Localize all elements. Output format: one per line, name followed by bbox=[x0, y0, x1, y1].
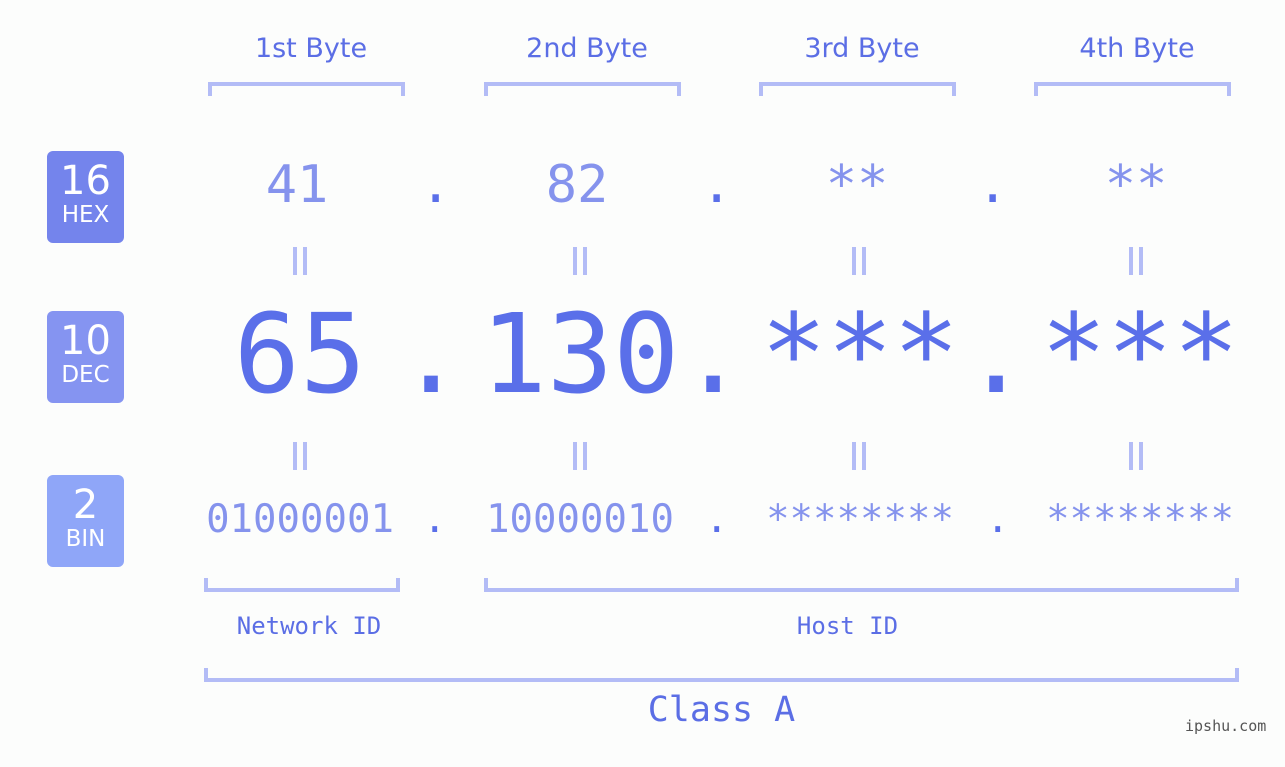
equals-icon bbox=[1129, 442, 1143, 470]
bin-byte-3: ******** bbox=[766, 497, 954, 542]
hex-byte-3: ** bbox=[825, 155, 889, 215]
bin-separator-2: . bbox=[705, 497, 729, 542]
bin-separator-3: . bbox=[986, 497, 1010, 542]
bin-badge: 2 BIN bbox=[47, 475, 124, 567]
dec-byte-2: 130 bbox=[480, 290, 680, 418]
bin-base-label: BIN bbox=[65, 526, 106, 552]
dec-badge: 10 DEC bbox=[47, 311, 124, 403]
byte-header-2: 2nd Byte bbox=[526, 33, 648, 64]
bin-base-number: 2 bbox=[72, 482, 99, 528]
dec-base-number: 10 bbox=[60, 318, 111, 364]
class-bracket bbox=[204, 668, 1239, 682]
dec-byte-4: *** bbox=[1040, 290, 1240, 418]
bin-byte-2: 10000010 bbox=[486, 497, 674, 542]
bin-separator-1: . bbox=[423, 497, 447, 542]
equals-icon bbox=[1129, 247, 1143, 275]
dec-separator-3: . bbox=[963, 290, 1030, 418]
byte-bracket-4 bbox=[1034, 82, 1231, 96]
watermark: ipshu.com bbox=[1185, 717, 1267, 735]
bin-byte-1: 01000001 bbox=[206, 497, 394, 542]
byte-header-4: 4th Byte bbox=[1079, 33, 1195, 64]
equals-icon bbox=[852, 247, 866, 275]
network-id-label: Network ID bbox=[236, 612, 382, 640]
bin-byte-4: ******** bbox=[1046, 497, 1234, 542]
dec-separator-1: . bbox=[398, 290, 465, 418]
equals-icon bbox=[293, 247, 307, 275]
hex-separator-3: . bbox=[977, 155, 1009, 215]
hex-separator-1: . bbox=[420, 155, 452, 215]
equals-icon bbox=[573, 247, 587, 275]
byte-header-3: 3rd Byte bbox=[804, 33, 920, 64]
host-id-label: Host ID bbox=[796, 612, 899, 640]
hex-base-number: 16 bbox=[60, 158, 111, 204]
byte-bracket-3 bbox=[759, 82, 956, 96]
equals-icon bbox=[573, 442, 587, 470]
byte-header-1: 1st Byte bbox=[254, 33, 368, 64]
hex-byte-2: 82 bbox=[545, 155, 609, 215]
hex-byte-4: ** bbox=[1104, 155, 1168, 215]
byte-bracket-1 bbox=[208, 82, 405, 96]
class-label: Class A bbox=[647, 690, 796, 730]
hex-base-label: HEX bbox=[61, 202, 110, 228]
hex-separator-2: . bbox=[701, 155, 733, 215]
dec-byte-3: *** bbox=[760, 290, 960, 418]
dec-base-label: DEC bbox=[61, 362, 110, 388]
network-id-bracket bbox=[204, 578, 400, 592]
equals-icon bbox=[852, 442, 866, 470]
dec-byte-1: 65 bbox=[233, 290, 367, 418]
hex-badge: 16 HEX bbox=[47, 151, 124, 243]
dec-separator-2: . bbox=[680, 290, 747, 418]
hex-byte-1: 41 bbox=[265, 155, 329, 215]
byte-bracket-2 bbox=[484, 82, 681, 96]
equals-icon bbox=[293, 442, 307, 470]
host-id-bracket bbox=[484, 578, 1239, 592]
